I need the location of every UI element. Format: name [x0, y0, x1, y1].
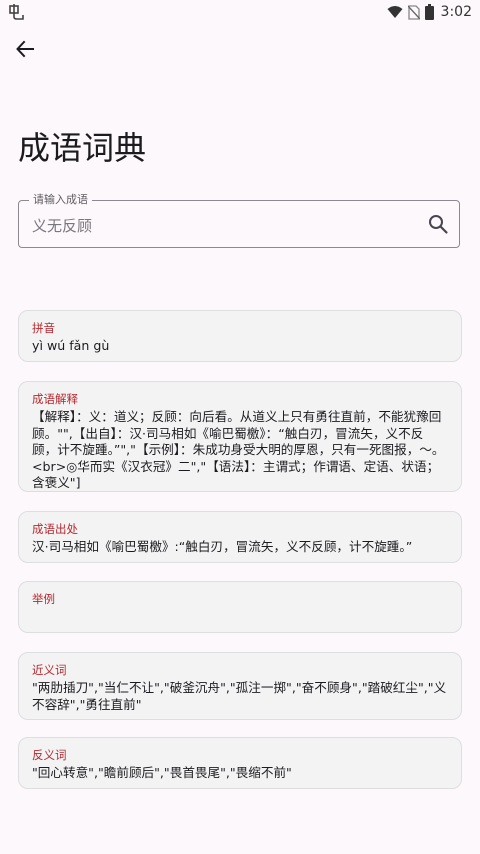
source-content: 汉·司马相如《喻巴蜀檄》:“触白刃，冒流矢，义不反顾，计不旋踵。” [32, 539, 413, 554]
wifi-icon [387, 6, 403, 18]
explanation-card: 成语解释 【解释】：义：道义；反顾：向后看。从道义上只有勇往直前，不能犹豫回顾。… [18, 381, 462, 492]
search-label: 请输入成语 [29, 193, 92, 207]
antonyms-card: 反义词 "回心转意","瞻前顾后","畏首畏尾","畏缩不前" [18, 737, 462, 789]
explanation-title: 成语解释 [32, 392, 78, 406]
example-title: 举例 [32, 592, 55, 606]
back-button[interactable] [11, 35, 39, 63]
synonyms-title: 近义词 [32, 663, 67, 677]
antonyms-content: "回心转意","瞻前顾后","畏首畏尾","畏缩不前" [32, 765, 292, 780]
pinyin-content: yì wú fǎn gù [32, 338, 110, 353]
search-field[interactable]: 请输入成语 [18, 193, 460, 248]
status-time: 3:02 [440, 4, 472, 20]
page-title: 成语词典 [18, 129, 147, 167]
arrow-back-icon [16, 40, 34, 58]
pinyin-title: 拼音 [32, 321, 55, 335]
source-title: 成语出处 [32, 522, 78, 536]
battery-icon [424, 4, 434, 20]
app-notification-icon [9, 4, 24, 20]
explanation-content: 【解释】：义：道义；反顾：向后看。从道义上只有勇往直前，不能犹豫回顾。"",【出… [32, 409, 445, 490]
status-bar: 3:02 [0, 0, 480, 24]
synonyms-card: 近义词 "两肋插刀","当仁不让","破釜沉舟","孤注一掷","奋不顾身","… [18, 652, 462, 720]
search-icon[interactable] [427, 213, 449, 235]
antonyms-title: 反义词 [32, 748, 67, 762]
source-card: 成语出处 汉·司马相如《喻巴蜀檄》:“触白刃，冒流矢，义不反顾，计不旋踵。” [18, 511, 462, 563]
pinyin-card: 拼音 yì wú fǎn gù [18, 310, 462, 362]
search-input[interactable] [32, 213, 402, 237]
example-card: 举例 [18, 581, 462, 633]
synonyms-content: "两肋插刀","当仁不让","破釜沉舟","孤注一掷","奋不顾身","踏破红尘… [32, 680, 447, 712]
no-sim-icon [407, 4, 420, 20]
